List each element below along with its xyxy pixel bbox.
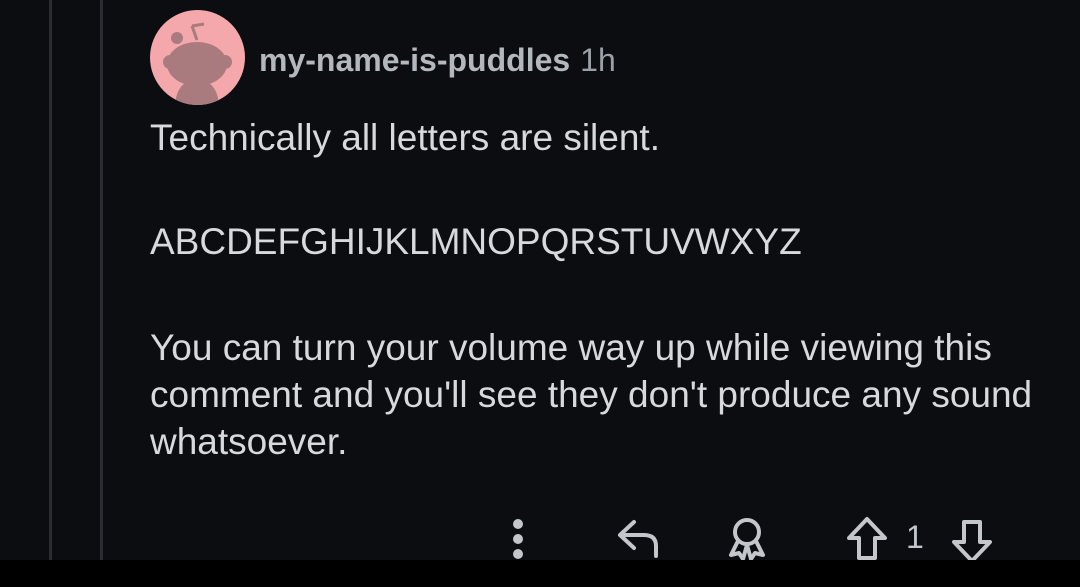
snoo-avatar-icon: [163, 22, 232, 105]
reply-icon: [618, 520, 658, 558]
more-options-button[interactable]: [505, 516, 531, 562]
comment-age: 1h: [580, 42, 616, 78]
reply-button[interactable]: [612, 514, 664, 562]
bottom-edge: [0, 560, 1080, 587]
award-icon: [729, 518, 765, 561]
award-button[interactable]: [722, 514, 772, 564]
thread-line-inner[interactable]: [100, 0, 103, 560]
downvote-icon: [952, 520, 992, 563]
upvote-button[interactable]: [843, 514, 891, 564]
comment-paragraph: Technically all letters are silent.: [150, 117, 660, 158]
comment-paragraph: You can turn your volume way up while vi…: [150, 327, 1043, 462]
vote-count: 1: [906, 519, 924, 555]
comment-paragraph: ABCDEFGHIJKLMNOPQRSTUVWXYZ: [150, 221, 802, 262]
username[interactable]: my-name-is-puddles: [259, 42, 570, 78]
downvote-button[interactable]: [948, 516, 996, 566]
more-options-icon: [513, 519, 523, 559]
comment-header: my-name-is-puddles 1h: [259, 40, 616, 80]
thread-line-outer[interactable]: [49, 0, 52, 560]
avatar[interactable]: [150, 10, 245, 105]
upvote-icon: [847, 517, 887, 560]
